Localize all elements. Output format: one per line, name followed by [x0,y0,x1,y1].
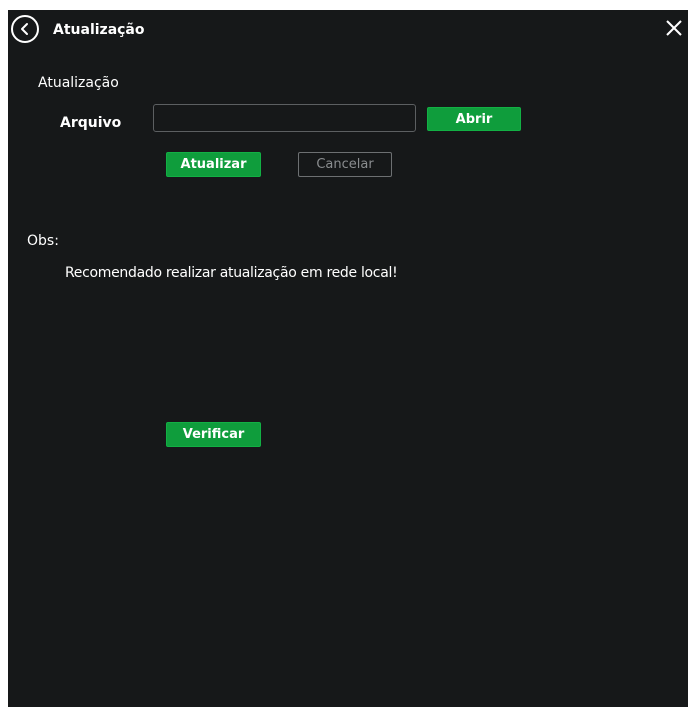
close-button[interactable] [664,18,684,38]
page-title: Atualização [53,22,145,38]
update-button[interactable]: Atualizar [166,152,261,177]
close-icon [666,20,682,36]
open-file-button[interactable]: Abrir [427,107,521,131]
check-update-button[interactable]: Verificar [166,422,261,447]
file-label: Arquivo [60,115,122,131]
back-button[interactable] [11,15,39,43]
notes-text: Recomendado realizar atualização em rede… [65,265,398,281]
chevron-left-icon [21,23,28,35]
notes-label: Obs: [27,233,59,249]
cancel-button[interactable]: Cancelar [298,152,392,177]
upgrade-dialog: Atualização Atualização Arquivo Abrir At… [8,10,688,707]
file-path-input[interactable] [153,104,416,132]
update-section-title: Atualização [38,75,119,91]
